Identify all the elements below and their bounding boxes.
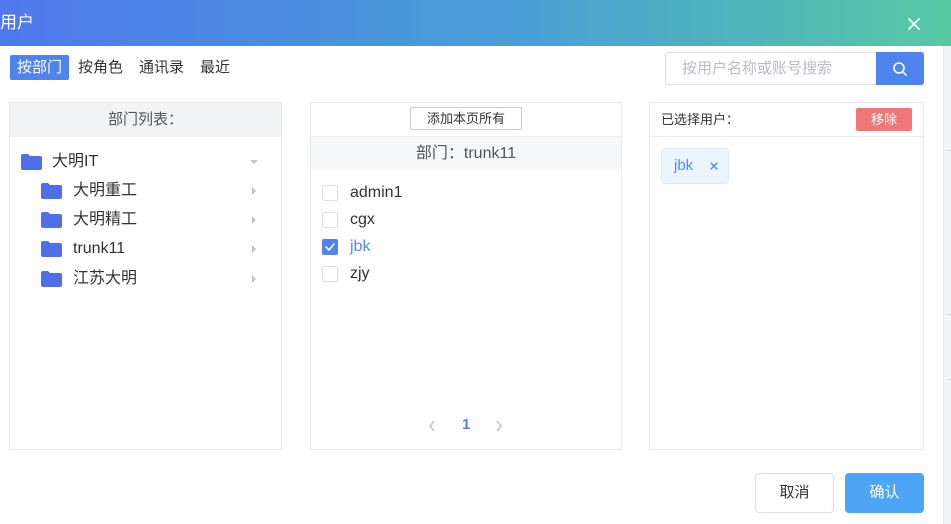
tree-node-daming-it[interactable]: 大明IT	[10, 148, 281, 176]
dialog-title: 用户	[0, 13, 34, 32]
prev-page-button[interactable]	[427, 415, 439, 435]
selected-user-tag: jbk	[661, 148, 729, 184]
folder-icon	[41, 183, 62, 199]
search-icon	[893, 62, 907, 76]
user-name: admin1	[350, 184, 403, 201]
checkmark-icon	[325, 243, 335, 251]
user-name: jbk	[350, 238, 371, 255]
tree-node-label: trunk11	[73, 240, 126, 257]
folder-icon	[41, 271, 62, 287]
select-user-dialog: 用户 按部门 按角色 通讯录 最近 部门列表： 大明IT 大明	[0, 0, 951, 524]
department-panel: 部门列表： 大明IT 大明重工 大明精工 trunk11 江苏大明	[9, 102, 282, 450]
caret-right-icon[interactable]	[250, 187, 258, 195]
close-icon[interactable]	[708, 160, 720, 172]
folder-icon	[41, 241, 62, 257]
user-checkbox[interactable]	[322, 239, 338, 255]
tree-node-label: 大明IT	[52, 153, 99, 170]
department-panel-title: 部门列表：	[10, 103, 281, 137]
caret-right-icon[interactable]	[250, 275, 258, 283]
selection-tabs: 按部门 按角色 通讯录 最近	[10, 55, 239, 80]
remove-button[interactable]: 移除	[856, 108, 912, 131]
caret-down-icon[interactable]	[250, 158, 258, 166]
user-checkbox[interactable]	[322, 212, 338, 228]
current-department-label: 部门：trunk11	[311, 136, 621, 170]
caret-right-icon[interactable]	[250, 245, 258, 253]
selected-users-panel: 已选择用户： 移除 jbk	[649, 102, 924, 450]
tree-node-trunk11[interactable]: trunk11	[10, 235, 281, 263]
tab-contacts[interactable]: 通讯录	[132, 55, 191, 80]
caret-right-icon[interactable]	[250, 216, 258, 224]
user-list-panel: 添加本页所有 部门：trunk11 admin1 cgx jbk zjy 1	[310, 102, 622, 450]
search-input[interactable]	[665, 52, 876, 85]
tree-node-daming-precision[interactable]: 大明精工	[10, 206, 281, 234]
next-page-button[interactable]	[494, 415, 506, 435]
tree-node-daming-heavy[interactable]: 大明重工	[10, 177, 281, 205]
tree-node-label: 大明精工	[73, 211, 138, 228]
add-all-on-page-button[interactable]: 添加本页所有	[410, 107, 522, 130]
user-name: zjy	[350, 265, 370, 282]
search-button[interactable]	[876, 52, 924, 85]
dialog-header: 用户	[0, 0, 951, 46]
confirm-button[interactable]: 确认	[845, 473, 924, 513]
user-checkbox[interactable]	[322, 185, 338, 201]
page-number-1[interactable]: 1	[462, 415, 470, 435]
tab-by-role[interactable]: 按角色	[71, 55, 130, 80]
tree-node-jiangsu-daming[interactable]: 江苏大明	[10, 265, 281, 293]
user-name: cgx	[350, 211, 375, 228]
chevron-left-icon	[429, 420, 435, 432]
folder-icon	[41, 212, 62, 228]
user-search	[665, 52, 924, 85]
selected-users-title: 已选择用户：	[661, 112, 740, 127]
background-window-edge	[943, 46, 951, 524]
divider	[650, 136, 923, 137]
folder-icon	[21, 154, 42, 170]
user-checkbox[interactable]	[322, 266, 338, 282]
tab-by-department[interactable]: 按部门	[10, 55, 70, 80]
cancel-button[interactable]: 取消	[755, 473, 834, 513]
tree-node-label: 大明重工	[73, 182, 138, 199]
tree-node-label: 江苏大明	[73, 270, 138, 287]
tab-recent[interactable]: 最近	[193, 55, 237, 80]
chevron-right-icon	[496, 420, 502, 432]
selected-user-name: jbk	[674, 157, 694, 174]
close-icon[interactable]	[904, 14, 924, 34]
